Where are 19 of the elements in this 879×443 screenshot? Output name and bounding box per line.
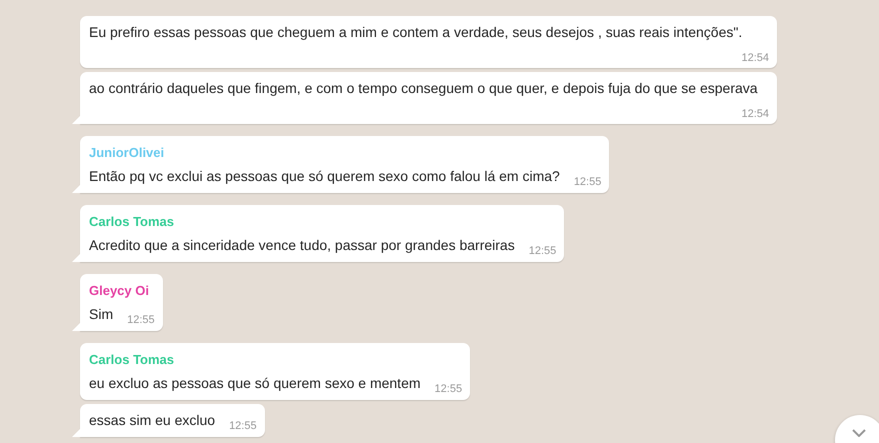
message-text: Então pq vc exclui as pessoas que só querem sexo como falou lá em cima?: [89, 168, 560, 184]
sender-name: JuniorOlivei: [89, 144, 166, 162]
message-time: 12:55: [434, 382, 462, 397]
message-time: 12:55: [528, 244, 556, 259]
message-text: Sim: [89, 306, 114, 322]
message-text: essas sim eu excluo: [89, 412, 216, 428]
chevron-down-icon: [852, 429, 866, 437]
message-time: 12:55: [229, 419, 257, 434]
sender-name: Carlos Tomas: [89, 351, 176, 369]
message-time: 12:55: [127, 313, 155, 328]
message-text: Acredito que a sinceridade vence tudo, passar por grandes barreiras: [89, 237, 515, 253]
message-time: 12:54: [741, 51, 769, 66]
message-time: 12:55: [574, 175, 602, 190]
message-text: Eu prefiro essas pessoas que cheguem a mim e contem a verdade, seus desejos , suas reais intenções".: [89, 24, 742, 40]
message-text: ao contrário daqueles que fingem, e com o tempo conseguem o que quer, e depois fuja do que se esperava: [89, 80, 758, 96]
sender-name: Carlos Tomas: [89, 213, 176, 231]
sender-name: Gleycy Oi: [89, 282, 150, 300]
message-time: 12:54: [741, 107, 769, 122]
message-text: eu excluo as pessoas que só querem sexo e mentem: [89, 375, 421, 391]
